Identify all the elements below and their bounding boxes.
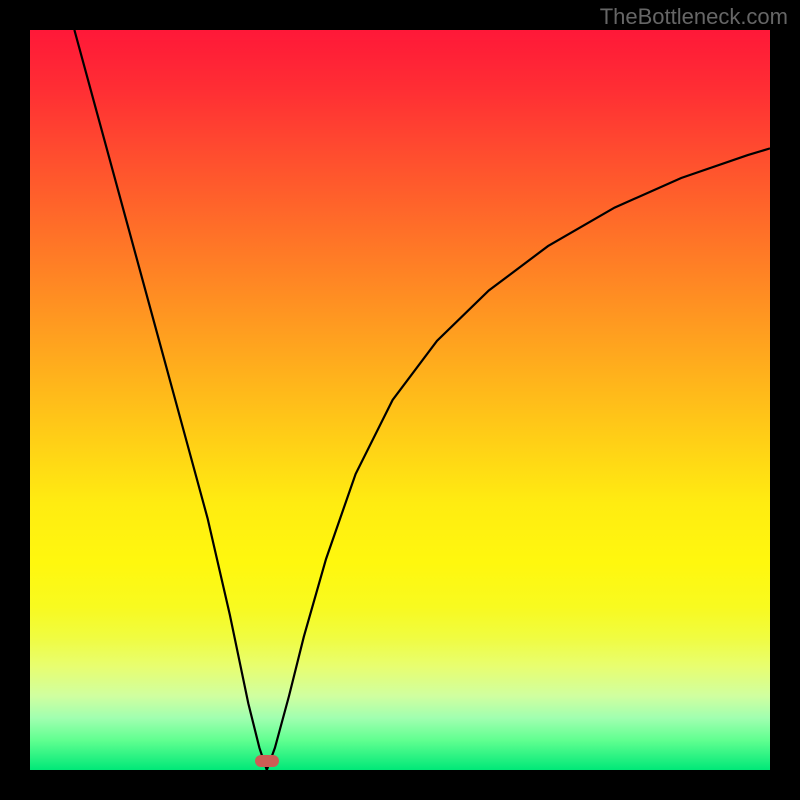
curve-svg (30, 30, 770, 770)
bottleneck-curve-path (74, 30, 770, 770)
vertex-marker (255, 755, 279, 767)
plot-area (30, 30, 770, 770)
watermark-text: TheBottleneck.com (600, 4, 788, 30)
